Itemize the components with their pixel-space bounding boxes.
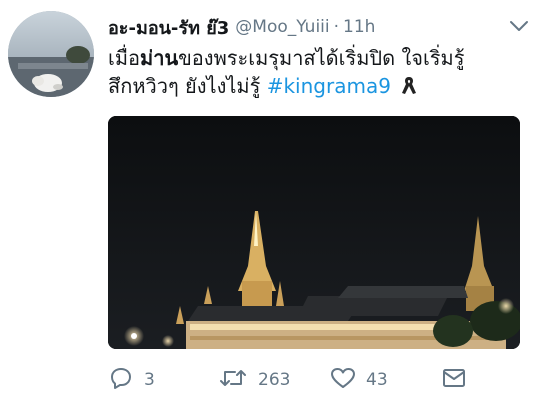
separator-dot: · [333, 17, 340, 37]
avatar[interactable] [8, 11, 94, 97]
tweet-text-line2: สึกหวิวๆ ยังไงไม่รู้ [108, 74, 261, 98]
tweet-text-rest: ของพระเมรุมาสได้เริ่มปิด ใจเริ่มรู้ [178, 46, 465, 70]
hashtag-link[interactable]: #kingrama9 [267, 74, 391, 98]
tweet-text-bold: ม่าน [140, 46, 179, 70]
reply-count: 3 [144, 370, 155, 390]
retweet-button[interactable]: 263 [218, 364, 290, 396]
envelope-icon [441, 366, 467, 394]
like-count: 43 [366, 370, 388, 390]
reply-button[interactable]: 3 [108, 364, 155, 396]
black-ribbon-icon [401, 74, 417, 102]
direct-message-button[interactable] [441, 364, 467, 396]
retweet-icon [218, 366, 248, 394]
display-name[interactable]: อะ-มอน-รัท ย๊3 [108, 13, 229, 42]
night-palace-image [108, 116, 520, 349]
user-handle[interactable]: @Moo_Yuiii [235, 17, 329, 37]
chevron-down-icon[interactable] [508, 18, 530, 34]
retweet-count: 263 [258, 370, 291, 390]
avatar-image [8, 11, 94, 97]
heart-icon [330, 366, 356, 394]
tweet-photo[interactable] [108, 116, 520, 349]
like-button[interactable]: 43 [330, 364, 388, 396]
reply-icon [108, 366, 134, 394]
tweet-actions: 3 263 43 [108, 364, 528, 396]
tweet-text-start: เมื่อ [108, 46, 141, 70]
tweet-timestamp[interactable]: 11h [343, 17, 375, 37]
tweet-text: เมื่อม่านของพระเมรุมาสได้เริ่มปิด ใจเริ่… [108, 44, 528, 102]
tweet-header: อะ-มอน-รัท ย๊3 @Moo_Yuiii · 11h [108, 12, 524, 42]
